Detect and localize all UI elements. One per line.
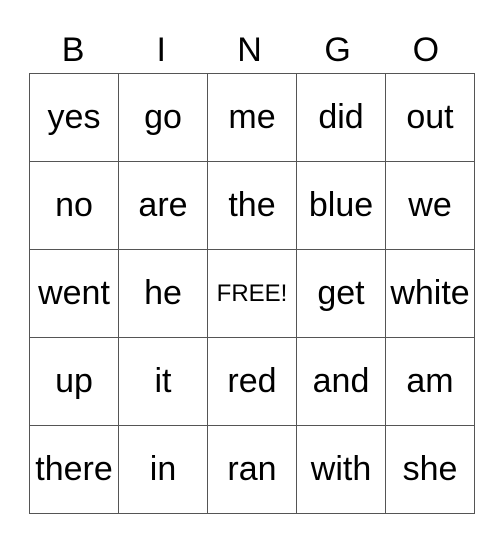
- bingo-cell[interactable]: we: [385, 161, 475, 250]
- header-letter-b: B: [61, 31, 85, 69]
- bingo-cell[interactable]: she: [385, 425, 475, 514]
- bingo-cell[interactable]: red: [207, 337, 297, 426]
- bingo-cell[interactable]: yes: [29, 73, 119, 162]
- bingo-cell[interactable]: the: [207, 161, 297, 250]
- bingo-row: yes go me did out: [29, 73, 475, 162]
- bingo-cell[interactable]: went: [29, 249, 119, 338]
- bingo-cell[interactable]: me: [207, 73, 297, 162]
- bingo-cell[interactable]: it: [118, 337, 208, 426]
- bingo-cell[interactable]: and: [296, 337, 386, 426]
- bingo-cell[interactable]: did: [296, 73, 386, 162]
- bingo-header: B I N G O: [29, 28, 470, 73]
- bingo-cell[interactable]: he: [118, 249, 208, 338]
- free-space-cell[interactable]: FREE!: [207, 249, 297, 338]
- bingo-row: there in ran with she: [29, 425, 475, 514]
- bingo-cell[interactable]: up: [29, 337, 119, 426]
- bingo-card: yes go me did out no are the blue we wen…: [29, 73, 475, 514]
- bingo-cell[interactable]: are: [118, 161, 208, 250]
- bingo-cell[interactable]: go: [118, 73, 208, 162]
- bingo-row: no are the blue we: [29, 161, 475, 250]
- bingo-cell[interactable]: out: [385, 73, 475, 162]
- bingo-row: went he FREE! get white: [29, 249, 475, 338]
- header-letter-n: N: [237, 31, 262, 69]
- header-letter-o: O: [412, 31, 440, 69]
- header-letter-g: G: [324, 31, 351, 69]
- bingo-cell[interactable]: ran: [207, 425, 297, 514]
- bingo-row: up it red and am: [29, 337, 475, 426]
- bingo-cell[interactable]: blue: [296, 161, 386, 250]
- header-letter-i: I: [156, 31, 166, 69]
- bingo-cell[interactable]: white: [385, 249, 475, 338]
- bingo-cell[interactable]: with: [296, 425, 386, 514]
- bingo-cell[interactable]: in: [118, 425, 208, 514]
- bingo-cell[interactable]: no: [29, 161, 119, 250]
- bingo-cell[interactable]: get: [296, 249, 386, 338]
- bingo-cell[interactable]: am: [385, 337, 475, 426]
- bingo-cell[interactable]: there: [29, 425, 119, 514]
